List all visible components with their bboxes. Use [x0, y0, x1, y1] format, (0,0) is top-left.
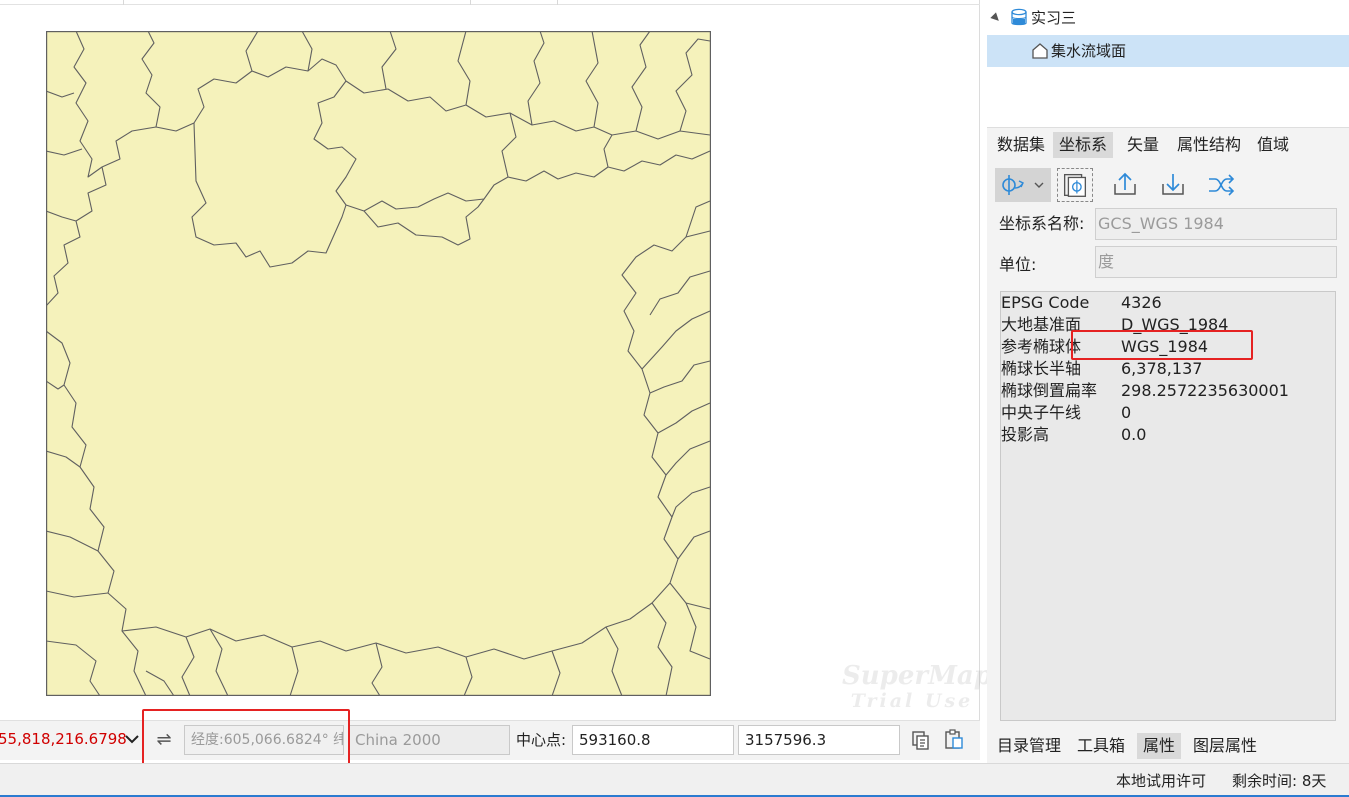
paste-icon[interactable]	[943, 728, 965, 750]
center-point-label: 中心点:	[516, 731, 567, 749]
crs-info-key: 大地基准面	[1001, 315, 1082, 334]
tab-properties[interactable]: 属性	[1137, 733, 1182, 759]
crs-toolbar	[995, 168, 1345, 204]
highlight-annotation-ellipsoid	[1071, 330, 1253, 360]
tab-value-domain[interactable]: 值域	[1251, 132, 1295, 158]
export-icon[interactable]	[1107, 168, 1143, 202]
catchment-map-extent	[46, 31, 711, 696]
tab-toolbox[interactable]: 工具箱	[1071, 733, 1131, 759]
crs-info-key: 投影高	[1001, 425, 1050, 444]
tab-dataset[interactable]: 数据集	[991, 132, 1051, 158]
crs-select-icon[interactable]	[1057, 168, 1093, 202]
tab-attribute-structure[interactable]: 属性结构	[1171, 132, 1247, 158]
crs-info-row: EPSG Code 4326	[1001, 292, 1335, 314]
import-icon[interactable]	[1155, 168, 1191, 202]
layer-label: 集水流域面	[1051, 42, 1127, 60]
crs-info-row: 投影高 0.0	[1001, 424, 1335, 446]
unit-label: 单位:	[999, 255, 1037, 274]
crs-info-key: EPSG Code	[1001, 293, 1090, 312]
unit-field: 度	[1095, 246, 1337, 278]
tab-divider	[123, 0, 124, 5]
shuffle-icon[interactable]	[1203, 168, 1239, 202]
remaining-time: 剩余时间: 8天	[1232, 772, 1327, 790]
crs-info-key: 参考椭球体	[1001, 337, 1082, 356]
scale-input[interactable]: 55,818,216.6798	[0, 725, 140, 755]
crs-info-value: 298.2572235630001	[1121, 381, 1289, 400]
crs-name-label: 坐标系名称:	[999, 214, 1085, 233]
crs-settings-icon[interactable]	[995, 168, 1051, 202]
center-y-input[interactable]: 3157596.3	[738, 725, 900, 755]
crs-info-row: 中央子午线 0	[1001, 402, 1335, 424]
datasource-icon	[1011, 8, 1027, 26]
right-panel: 实习三 集水流域面 数据集 坐标系 矢量 属性结构 值域 坐标系名称: GCS_…	[987, 0, 1349, 763]
tab-vector[interactable]: 矢量	[1121, 132, 1165, 158]
tab-divider	[557, 0, 558, 5]
datasource-label: 实习三	[1031, 9, 1077, 27]
center-x-input[interactable]: 593160.8	[572, 725, 734, 755]
chevron-down-icon[interactable]	[124, 731, 140, 749]
crs-info-row: 椭球倒置扁率 298.2572235630001	[1001, 380, 1335, 402]
tree-item-layer[interactable]: 集水流域面	[987, 35, 1349, 67]
region-dataset-icon	[1032, 43, 1048, 59]
crs-info-row: 椭球长半轴 6,378,137	[1001, 358, 1335, 380]
watermark-line2: Trial Use	[850, 690, 974, 712]
crs-info-value: 6,378,137	[1121, 359, 1203, 378]
crs-info-value: 0.0	[1121, 425, 1147, 444]
workspace-tree: 实习三 集水流域面	[987, 0, 1349, 128]
tab-layer-properties[interactable]: 图层属性	[1187, 733, 1263, 759]
copy-icon[interactable]	[910, 729, 932, 751]
crs-name-field: GCS_WGS 1984	[1095, 208, 1337, 240]
crs-info-key: 中央子午线	[1001, 403, 1082, 422]
trial-watermark: SuperMap Trial Use	[842, 661, 992, 712]
crs-info-value: 4326	[1121, 293, 1162, 312]
map-canvas[interactable]	[46, 31, 711, 696]
map-tab-strip	[0, 0, 980, 5]
tree-expander-icon[interactable]	[990, 12, 1002, 24]
map-window[interactable]: SuperMap Trial Use	[0, 0, 992, 720]
watermark-line1: SuperMap	[842, 661, 992, 691]
tab-divider	[470, 0, 471, 5]
crs-display: China 2000	[348, 725, 510, 755]
crs-info-key: 椭球长半轴	[1001, 359, 1082, 378]
crs-info-value: 0	[1121, 403, 1132, 422]
tab-catalog[interactable]: 目录管理	[991, 733, 1067, 759]
crs-info-key: 椭球倒置扁率	[1001, 381, 1098, 400]
license-status: 本地试用许可	[1116, 772, 1207, 790]
tree-item-datasource[interactable]: 实习三	[987, 3, 1349, 33]
tab-coordinate-system[interactable]: 坐标系	[1053, 132, 1114, 158]
status-bar: 本地试用许可 剩余时间: 8天	[0, 763, 1349, 797]
